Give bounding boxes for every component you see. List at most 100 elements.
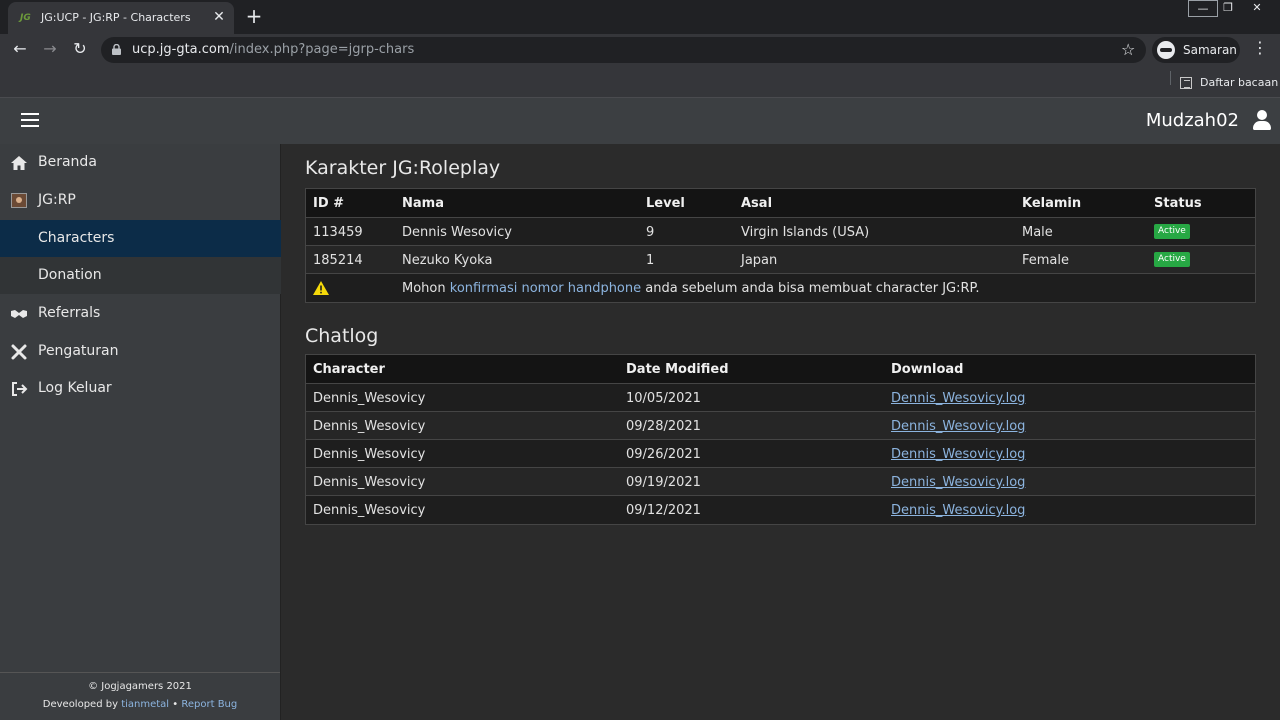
column-header: Kelamin [1022, 196, 1082, 211]
table-row: 113459 Dennis Wesovicy 9 Virgin Islands … [306, 218, 1255, 246]
sidebar-item-label: Characters [38, 230, 115, 246]
cell-origin: Virgin Islands (USA) [741, 225, 870, 240]
sidebar-item-donation[interactable]: Donation [0, 257, 281, 294]
cell-gender: Male [1022, 225, 1053, 240]
download-log-link[interactable]: Dennis_Wesovicy.log [891, 475, 1025, 490]
sidebar-item-label: Referrals [38, 305, 101, 321]
incognito-icon [1157, 41, 1175, 59]
lock-icon [112, 44, 121, 55]
browser-tabstrip: JG JG:UCP - JG:RP - Characters ✕ + — ❐ ✕ [0, 0, 1280, 34]
site-header: Mudzah02 [0, 98, 1280, 144]
jg-favicon-icon: JG [20, 13, 31, 23]
url-text: ucp.jg-gta.com/index.php?page=jgrp-chars [132, 42, 415, 57]
download-log-link[interactable]: Dennis_Wesovicy.log [891, 391, 1025, 406]
sidebar-item-pengaturan[interactable]: Pengaturan [0, 333, 281, 370]
close-tab-icon[interactable]: ✕ [211, 9, 227, 25]
status-badge: Active [1154, 224, 1190, 239]
browser-toolbar: ← → ↻ ucp.jg-gta.com/index.php?page=jgrp… [0, 34, 1280, 98]
cell-date: 10/05/2021 [626, 391, 701, 406]
cell-date: 09/19/2021 [626, 475, 701, 490]
bookmarks-divider [1170, 71, 1171, 85]
table-row: Dennis_Wesovicy 09/26/2021 Dennis_Wesovi… [306, 440, 1255, 468]
reading-list-button[interactable]: Daftar bacaan [1180, 72, 1278, 91]
table-row: Dennis_Wesovicy 09/28/2021 Dennis_Wesovi… [306, 412, 1255, 440]
cell-character: Dennis_Wesovicy [313, 391, 426, 406]
chatlog-table: Character Date Modified Download Dennis_… [305, 354, 1256, 525]
forward-arrow-icon[interactable]: → [40, 39, 60, 59]
confirm-phone-link[interactable]: konfirmasi nomor handphone [450, 281, 641, 296]
characters-table: ID # Nama Level Asal Kelamin Status 1134… [305, 188, 1256, 303]
download-log-link[interactable]: Dennis_Wesovicy.log [891, 503, 1025, 518]
sidebar-item-referrals[interactable]: Referrals [0, 295, 281, 332]
chatlog-title: Chatlog [305, 325, 379, 347]
handshake-icon [11, 310, 27, 318]
cell-name: Dennis Wesovicy [402, 225, 512, 240]
jgrp-icon [11, 193, 27, 208]
table-row: 185214 Nezuko Kyoka 1 Japan Female Activ… [306, 246, 1255, 274]
table-header: ID # Nama Level Asal Kelamin Status [306, 189, 1255, 218]
column-header: Status [1154, 196, 1202, 211]
developer-link[interactable]: tianmetal [121, 699, 169, 710]
table-row: Dennis_Wesovicy 10/05/2021 Dennis_Wesovi… [306, 384, 1255, 412]
copyright-text: © Jogjagamers 2021 [88, 681, 192, 692]
cell-level: 1 [646, 253, 655, 268]
sidebar-item-label: JG:RP [38, 192, 76, 208]
column-header: Level [646, 196, 685, 211]
warning-text: Mohon konfirmasi nomor handphone anda se… [402, 281, 979, 296]
cell-character: Dennis_Wesovicy [313, 475, 426, 490]
warning-suffix: anda sebelum anda bisa membuat character… [645, 281, 980, 296]
sidebar-item-label: Donation [38, 267, 102, 283]
sidebar-item-jgrp[interactable]: JG:RP [0, 182, 281, 219]
download-log-link[interactable]: Dennis_Wesovicy.log [891, 447, 1025, 462]
download-log-link[interactable]: Dennis_Wesovicy.log [891, 419, 1025, 434]
new-tab-icon[interactable]: + [244, 5, 264, 27]
report-bug-link[interactable]: Report Bug [181, 699, 237, 710]
cell-origin: Japan [741, 253, 778, 268]
cell-level: 9 [646, 225, 655, 240]
address-bar[interactable]: ucp.jg-gta.com/index.php?page=jgrp-chars… [101, 37, 1146, 63]
cell-date: 09/12/2021 [626, 503, 701, 518]
status-badge: Active [1154, 252, 1190, 267]
sidebar-footer: © Jogjagamers 2021 Deveoloped by tianmet… [0, 672, 280, 720]
back-arrow-icon[interactable]: ← [10, 39, 30, 59]
browser-tab[interactable]: JG JG:UCP - JG:RP - Characters ✕ [8, 2, 234, 34]
home-icon [11, 156, 27, 170]
table-row: Dennis_Wesovicy 09/19/2021 Dennis_Wesovi… [306, 468, 1255, 496]
username[interactable]: Mudzah02 [1146, 110, 1239, 131]
cell-date: 09/26/2021 [626, 447, 701, 462]
credits-prefix: Deveoloped by [42, 699, 118, 710]
bookmark-star-icon[interactable]: ☆ [1121, 40, 1135, 59]
more-menu-icon[interactable]: ⋮ [1252, 38, 1268, 58]
sidebar: Beranda JG:RP Characters Donation Referr… [0, 144, 281, 720]
sidebar-item-label: Beranda [38, 154, 97, 170]
warning-prefix: Mohon [402, 281, 446, 296]
close-window-icon[interactable]: ✕ [1242, 0, 1272, 17]
credits-separator: • [172, 699, 179, 710]
tools-icon [11, 344, 27, 360]
user-icon[interactable] [1253, 110, 1271, 130]
reading-list-icon [1180, 76, 1192, 89]
characters-title: Karakter JG:Roleplay [305, 157, 501, 179]
reload-icon[interactable]: ↻ [70, 39, 90, 59]
profile-button[interactable]: Samaran [1152, 37, 1240, 63]
hamburger-menu-icon[interactable] [21, 113, 39, 127]
cell-id: 113459 [313, 225, 363, 240]
column-header: Asal [741, 196, 773, 211]
reading-list-label: Daftar bacaan [1200, 76, 1279, 89]
restore-window-icon[interactable]: ❐ [1213, 0, 1243, 17]
sidebar-item-characters[interactable]: Characters [0, 220, 281, 257]
sidebar-item-label: Log Keluar [38, 380, 112, 396]
column-header: Download [891, 362, 964, 377]
column-header: Character [313, 362, 385, 377]
tab-title: JG:UCP - JG:RP - Characters [41, 11, 191, 24]
column-header: Nama [402, 196, 444, 211]
sidebar-item-log-keluar[interactable]: Log Keluar [0, 370, 281, 407]
sidebar-item-beranda[interactable]: Beranda [0, 144, 281, 181]
sign-out-icon [12, 382, 28, 396]
column-header: Date Modified [626, 362, 729, 377]
column-header: ID # [313, 196, 345, 211]
profile-label: Samaran [1183, 43, 1237, 57]
cell-character: Dennis_Wesovicy [313, 503, 426, 518]
cell-date: 09/28/2021 [626, 419, 701, 434]
main-content: Karakter JG:Roleplay ID # Nama Level Asa… [282, 144, 1280, 720]
